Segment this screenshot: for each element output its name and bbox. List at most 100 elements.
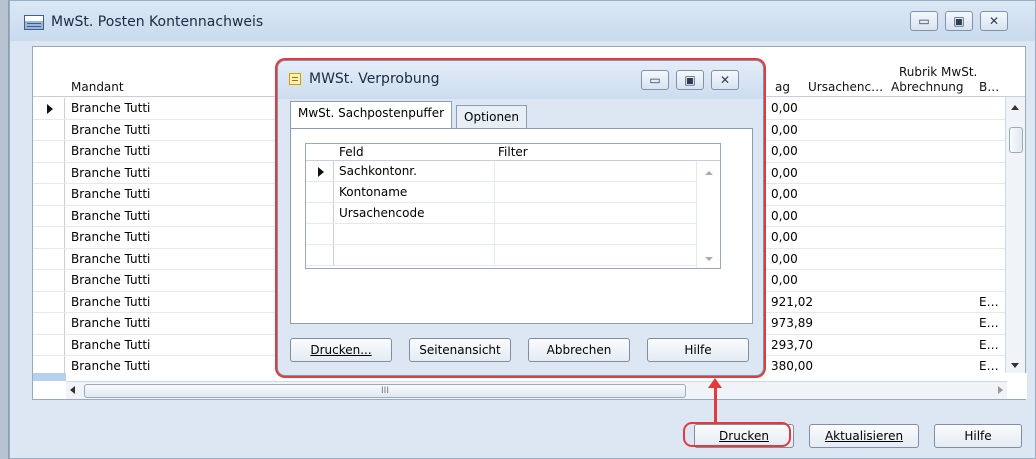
row-selector[interactable] bbox=[33, 98, 65, 119]
cell-mandant: Branche Tutti bbox=[71, 165, 151, 180]
cell-betrag: 293,70 bbox=[771, 337, 813, 352]
row-selector[interactable] bbox=[33, 184, 65, 205]
tab-optionen[interactable]: Optionen bbox=[456, 105, 528, 130]
vertical-scroll-thumb[interactable] bbox=[1009, 127, 1023, 153]
filter-row[interactable] bbox=[306, 224, 696, 245]
dialog-cancel-button[interactable]: Abbrechen bbox=[528, 338, 630, 362]
cell-mandant: Branche Tutti bbox=[71, 273, 151, 287]
tab-mwst-sachpostenpuffer[interactable]: MwSt. Sachpostenpuffer bbox=[290, 101, 453, 129]
cell-betrag: 0,00 bbox=[771, 187, 798, 201]
row-selector[interactable] bbox=[33, 141, 65, 162]
col-mandant[interactable]: Mandant bbox=[71, 80, 124, 94]
scroll-up-icon[interactable] bbox=[1011, 105, 1019, 110]
row-selector-corner bbox=[33, 373, 66, 381]
row-selector[interactable] bbox=[33, 334, 65, 355]
cell-mandant: Branche Tutti bbox=[71, 101, 151, 115]
cell-mandant: Branche Tutti bbox=[71, 337, 151, 352]
cell-betrag: 0,00 bbox=[771, 122, 798, 137]
filter-grid-header: Feld Filter bbox=[306, 144, 720, 161]
cell-mandant: Branche Tutti bbox=[71, 294, 151, 309]
cell-betrag: 0,00 bbox=[771, 144, 798, 158]
grid-footer: III bbox=[33, 373, 1027, 399]
cell-mandant: Branche Tutti bbox=[71, 122, 151, 137]
dialog-close-button[interactable]: ✕ bbox=[711, 70, 739, 90]
cell-betrag: 0,00 bbox=[771, 101, 798, 115]
cell-betrag: 0,00 bbox=[771, 165, 798, 180]
dialog-maximize-button[interactable]: ▣ bbox=[676, 70, 704, 90]
filter-row[interactable]: Ursachencode bbox=[306, 203, 696, 224]
horizontal-scroll-thumb[interactable]: III bbox=[84, 384, 686, 398]
field-name: Ursachencode bbox=[339, 206, 425, 220]
dialog-help-button[interactable]: Hilfe bbox=[647, 338, 749, 362]
cell-mandant: Branche Tutti bbox=[71, 208, 151, 223]
vertical-scrollbar[interactable] bbox=[1005, 97, 1025, 373]
row-selector[interactable] bbox=[306, 203, 334, 223]
col-feld[interactable]: Feld bbox=[339, 145, 364, 159]
dialog-title: MWSt. Verprobung bbox=[309, 71, 440, 87]
cell-betrag: 0,00 bbox=[771, 251, 798, 266]
col-betrag[interactable]: ag bbox=[775, 80, 790, 94]
col-filter[interactable]: Filter bbox=[498, 145, 528, 159]
filter-vertical-scrollbar[interactable] bbox=[696, 161, 720, 268]
minimize-button[interactable]: ▭ bbox=[910, 11, 938, 31]
cell-mandant: Branche Tutti bbox=[71, 187, 151, 201]
row-selector[interactable] bbox=[33, 248, 65, 269]
left-edge bbox=[0, 0, 9, 459]
title-bar: MwSt. Posten Kontennachweis ▭ ▣ ✕ bbox=[10, 1, 1035, 41]
row-selector[interactable] bbox=[33, 227, 65, 248]
filter-row[interactable] bbox=[306, 245, 696, 266]
dialog-preview-button[interactable]: Seitenansicht bbox=[409, 338, 511, 362]
field-name: Kontoname bbox=[339, 185, 408, 199]
scroll-right-icon[interactable] bbox=[998, 386, 1003, 394]
row-selector[interactable] bbox=[306, 182, 334, 202]
row-selector[interactable] bbox=[33, 119, 65, 140]
horizontal-scrollbar[interactable]: III bbox=[66, 381, 1007, 399]
row-selector[interactable] bbox=[306, 161, 334, 181]
col-ursachencode[interactable]: Ursachenc… bbox=[808, 80, 883, 94]
cell-betrag: 0,00 bbox=[771, 208, 798, 223]
filter-grid[interactable]: Feld Filter Sachkontonr. Kontoname Ursac… bbox=[305, 143, 721, 269]
current-row-icon bbox=[47, 104, 53, 114]
col-rubrik-line2[interactable]: Abrechnung bbox=[891, 80, 964, 94]
cell-betrag: 973,89 bbox=[771, 316, 813, 330]
annotation-arrow-head-icon bbox=[708, 378, 722, 388]
cell-betrag: 380,00 bbox=[771, 359, 813, 373]
cell-mandant: Branche Tutti bbox=[71, 359, 151, 373]
dialog-title-bar: MWSt. Verprobung ▭ ▣ ✕ bbox=[278, 61, 763, 99]
cell-mandant: Branche Tutti bbox=[71, 230, 151, 244]
tab-panel: Feld Filter Sachkontonr. Kontoname Ursac… bbox=[290, 128, 753, 324]
row-selector[interactable] bbox=[33, 205, 65, 226]
filter-row[interactable]: Sachkontonr. bbox=[306, 161, 696, 182]
scroll-up-icon[interactable] bbox=[705, 171, 713, 175]
scroll-down-icon[interactable] bbox=[1011, 363, 1019, 368]
cell-betrag: 0,00 bbox=[771, 230, 798, 244]
cell-b: E… bbox=[979, 316, 999, 330]
cell-b: E… bbox=[979, 294, 999, 309]
scroll-down-icon[interactable] bbox=[705, 257, 713, 261]
row-selector[interactable] bbox=[33, 162, 65, 183]
dialog-minimize-button[interactable]: ▭ bbox=[641, 70, 669, 90]
cell-mandant: Branche Tutti bbox=[71, 316, 151, 330]
col-b[interactable]: B… bbox=[979, 80, 999, 94]
cell-betrag: 0,00 bbox=[771, 273, 798, 287]
verprobung-dialog: MWSt. Verprobung ▭ ▣ ✕ MwSt. Sachpostenp… bbox=[277, 60, 764, 376]
row-selector[interactable] bbox=[33, 313, 65, 334]
scroll-left-icon[interactable] bbox=[70, 386, 75, 394]
current-row-icon bbox=[318, 167, 324, 177]
annotation-arrow-line bbox=[714, 386, 717, 423]
row-selector[interactable] bbox=[306, 245, 334, 265]
row-selector[interactable] bbox=[306, 224, 334, 244]
filter-row[interactable]: Kontoname bbox=[306, 182, 696, 203]
field-name: Sachkontonr. bbox=[339, 164, 417, 178]
col-rubrik-line1[interactable]: Rubrik MwSt. bbox=[899, 65, 977, 79]
refresh-button[interactable]: Aktualisieren bbox=[809, 424, 919, 448]
cell-b: E… bbox=[979, 359, 999, 373]
row-selector[interactable] bbox=[33, 270, 65, 291]
row-selector[interactable] bbox=[33, 291, 65, 312]
help-button[interactable]: Hilfe bbox=[934, 424, 1022, 448]
close-button[interactable]: ✕ bbox=[980, 11, 1008, 31]
dialog-print-button[interactable]: Drucken... bbox=[290, 338, 392, 362]
dialog-form-icon bbox=[289, 73, 301, 85]
window-title: MwSt. Posten Kontennachweis bbox=[51, 14, 264, 30]
maximize-button[interactable]: ▣ bbox=[945, 11, 973, 31]
